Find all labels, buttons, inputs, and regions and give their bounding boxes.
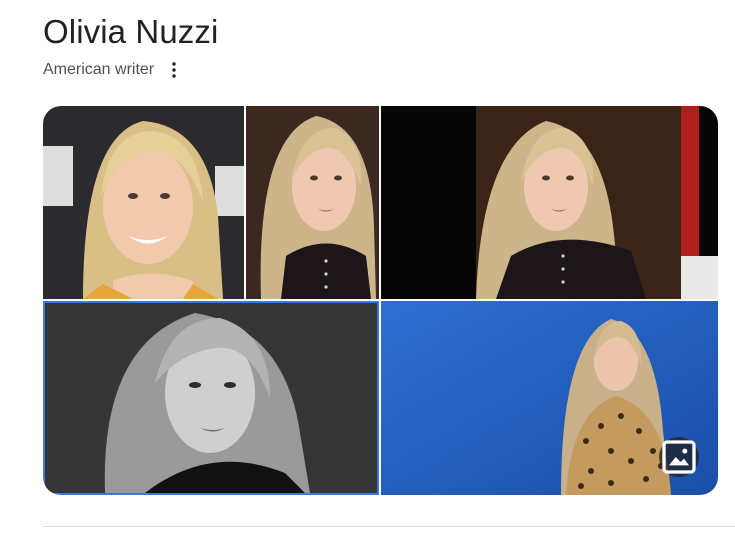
- entity-subtitle-row: American writer: [43, 58, 182, 82]
- photo-interview: [381, 106, 718, 299]
- entity-title: Olivia Nuzzi: [43, 13, 219, 50]
- image-icon: [662, 440, 696, 474]
- image-tile-5[interactable]: [381, 301, 718, 495]
- photo-portrait-smiling: [43, 106, 244, 299]
- more-options-button[interactable]: [166, 58, 182, 82]
- image-grid: [43, 106, 718, 495]
- knowledge-panel-header: Olivia Nuzzi American writer: [0, 0, 735, 542]
- view-images-button[interactable]: [659, 437, 699, 477]
- entity-subtitle: American writer: [43, 61, 155, 78]
- image-tile-1[interactable]: [43, 106, 244, 299]
- image-tile-4[interactable]: [43, 301, 379, 495]
- photo-bw-portrait: [45, 303, 377, 493]
- image-tile-3[interactable]: [381, 106, 718, 299]
- photo-portrait-side: [246, 106, 379, 299]
- image-tile-2[interactable]: [246, 106, 379, 299]
- more-vert-icon: [172, 62, 176, 78]
- section-divider: [43, 526, 735, 527]
